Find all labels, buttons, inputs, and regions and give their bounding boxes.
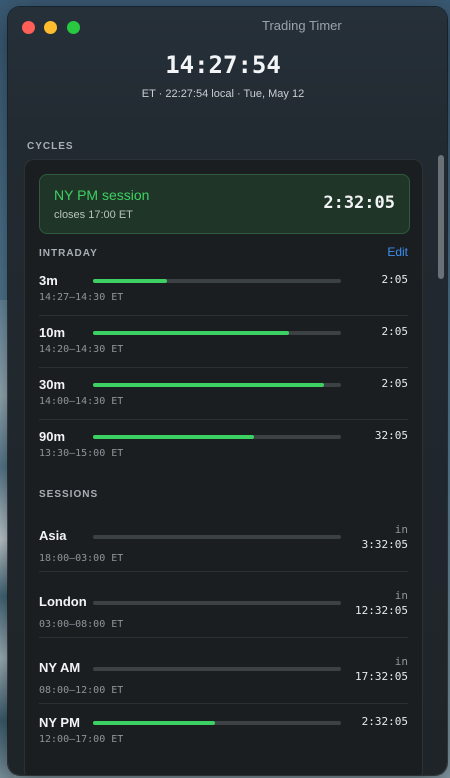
- cycle-progress-track: [93, 331, 341, 335]
- time-subline: ET · 22:27:54 local · Tue, May 12: [141, 88, 305, 100]
- current-time: 14:27:54: [165, 51, 281, 79]
- cycle-progress-track: [93, 435, 341, 439]
- session-label: Asia: [39, 528, 67, 543]
- session-countdown: in 17:32:05: [355, 654, 408, 684]
- session-progress-track: [93, 721, 341, 725]
- active-session-remaining: 2:32:05: [323, 193, 395, 213]
- cycle-remaining: 32:05: [374, 429, 408, 442]
- cycle-range: 13:30–15:00 ET: [39, 448, 124, 459]
- cycle-remaining: 2:05: [381, 377, 409, 390]
- session-countdown-prefix: in: [394, 523, 408, 536]
- edit-button[interactable]: Edit: [387, 245, 408, 259]
- session-row[interactable]: NY AM 08:00–12:00 ET in 17:32:05: [39, 638, 408, 704]
- session-countdown-value: 12:32:05: [355, 604, 408, 617]
- intraday-row[interactable]: 90m 13:30–15:00 ET 32:05: [39, 420, 408, 472]
- cycle-range: 14:27–14:30 ET: [39, 292, 124, 303]
- session-countdown-value: 3:32:05: [361, 538, 408, 551]
- cycle-label: 30m: [39, 377, 66, 392]
- cycle-range: 14:20–14:30 ET: [39, 344, 124, 355]
- session-label: NY PM: [39, 715, 80, 730]
- cycle-range: 14:00–14:30 ET: [39, 396, 124, 407]
- session-countdown-value: 17:32:05: [355, 670, 408, 683]
- session-countdown-prefix: in: [394, 655, 408, 668]
- active-session-name: NY PM session: [54, 187, 150, 203]
- cycles-panel: NY PM session closes 17:00 ET 2:32:05 IN…: [24, 159, 423, 775]
- session-range: 03:00–08:00 ET: [39, 619, 124, 630]
- cycle-progress-fill: [93, 279, 168, 283]
- intraday-row[interactable]: 30m 14:00–14:30 ET 2:05: [39, 368, 408, 420]
- cycles-section-label: CYCLES: [27, 141, 74, 152]
- title-bar[interactable]: Trading Timer: [8, 7, 447, 47]
- cycle-label: 3m: [39, 273, 58, 288]
- cycle-progress-track: [93, 383, 341, 387]
- session-progress-fill: [93, 721, 215, 725]
- cycle-progress-track: [93, 279, 341, 283]
- session-label: NY AM: [39, 660, 81, 675]
- cycle-progress-fill: [93, 383, 324, 387]
- session-countdown-prefix: in: [394, 589, 408, 602]
- cycle-remaining: 2:05: [381, 273, 409, 286]
- cycle-remaining: 2:05: [381, 325, 409, 338]
- zoom-window-button[interactable]: [67, 21, 80, 34]
- intraday-header: INTRADAY: [39, 248, 98, 259]
- session-range: 08:00–12:00 ET: [39, 685, 124, 696]
- intraday-row[interactable]: 3m 14:27–14:30 ET 2:05: [39, 264, 408, 316]
- session-row[interactable]: London 03:00–08:00 ET in 12:32:05: [39, 572, 408, 638]
- session-countdown: 2:32:05: [362, 714, 408, 729]
- session-range: 18:00–03:00 ET: [39, 553, 124, 564]
- active-session-close: closes 17:00 ET: [54, 209, 133, 221]
- session-row[interactable]: Asia 18:00–03:00 ET in 3:32:05: [39, 506, 408, 572]
- session-progress-track: [93, 601, 341, 605]
- window-title: Trading Timer: [262, 18, 342, 33]
- session-label: London: [39, 594, 87, 609]
- cycle-label: 10m: [39, 325, 66, 340]
- close-window-button[interactable]: [22, 21, 35, 34]
- sessions-header: SESSIONS: [39, 489, 99, 500]
- session-range: 12:00–17:00 ET: [39, 734, 124, 745]
- app-window: Trading Timer 14:27:54 ET · 22:27:54 loc…: [8, 7, 447, 775]
- cycle-progress-fill: [93, 435, 255, 439]
- intraday-row[interactable]: 10m 14:20–14:30 ET 2:05: [39, 316, 408, 368]
- minimize-window-button[interactable]: [44, 21, 57, 34]
- session-countdown-value: 2:32:05: [361, 715, 408, 728]
- session-countdown: in 3:32:05: [362, 522, 408, 552]
- session-progress-track: [93, 535, 341, 539]
- cycle-label: 90m: [39, 429, 66, 444]
- session-progress-track: [93, 667, 341, 671]
- scrollbar-thumb[interactable]: [438, 155, 444, 279]
- session-countdown: in 12:32:05: [355, 588, 408, 618]
- cycle-progress-fill: [93, 331, 289, 335]
- session-row[interactable]: NY PM 12:00–17:00 ET 2:32:05: [39, 704, 408, 754]
- active-session-card: NY PM session closes 17:00 ET 2:32:05: [39, 174, 410, 234]
